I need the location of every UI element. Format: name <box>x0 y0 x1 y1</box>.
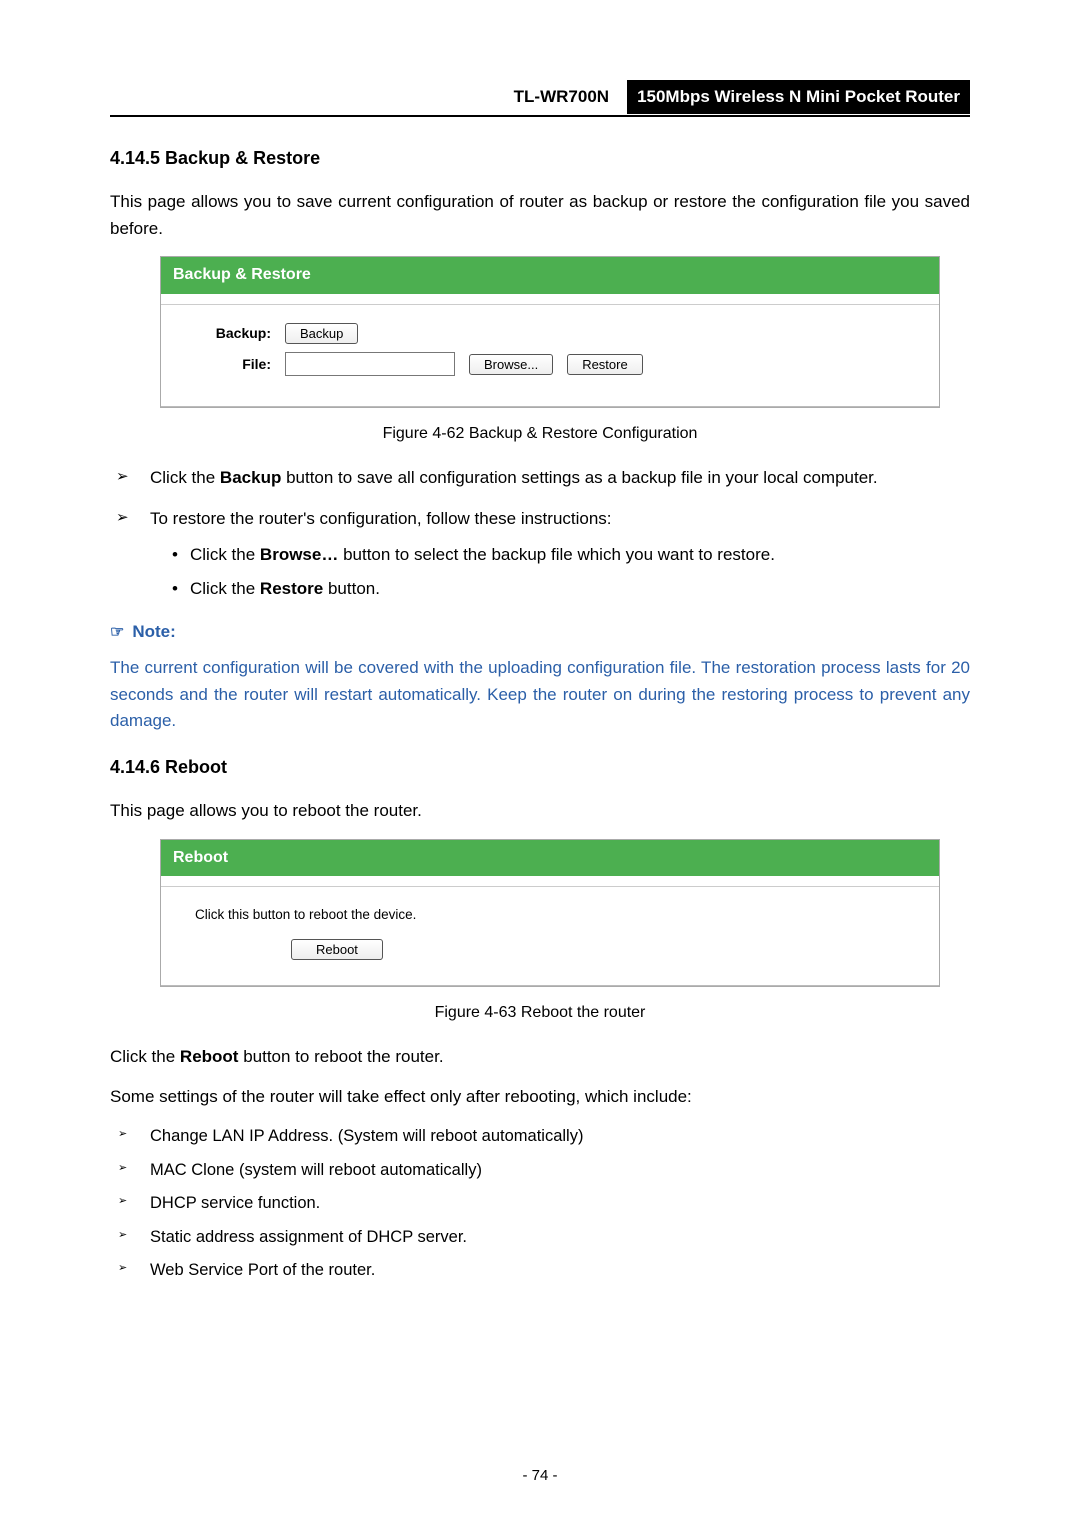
note-body: The current configuration will be covere… <box>110 655 970 734</box>
browse-button[interactable]: Browse... <box>469 354 553 375</box>
list-item: Web Service Port of the router. <box>114 1258 970 1284</box>
note-heading: ☞Note: <box>110 619 970 646</box>
page-number: - 74 - <box>0 1464 1080 1487</box>
file-row: File: Browse... Restore <box>181 352 919 376</box>
file-label: File: <box>181 354 271 376</box>
backup-row: Backup: Backup <box>181 323 919 345</box>
list-item: Click the Backup button to save all conf… <box>114 465 970 491</box>
backup-button[interactable]: Backup <box>285 323 358 344</box>
list-item: Change LAN IP Address. (System will rebo… <box>114 1124 970 1150</box>
list-item: To restore the router's configuration, f… <box>114 506 970 603</box>
figure-caption-62: Figure 4-62 Backup & Restore Configurati… <box>110 422 970 447</box>
pointing-hand-icon: ☞ <box>110 621 124 646</box>
page: TL-WR700N 150Mbps Wireless N Mini Pocket… <box>0 0 1080 1527</box>
list-item: Click the Restore button. <box>172 576 970 602</box>
section-heading-reboot: 4.14.6 Reboot <box>110 754 970 782</box>
list-item: Click the Browse… button to select the b… <box>172 542 970 568</box>
reboot-effect-intro: Some settings of the router will take ef… <box>110 1084 970 1110</box>
reboot-panel: Reboot Click this button to reboot the d… <box>160 839 940 987</box>
reboot-intro: This page allows you to reboot the route… <box>110 798 970 824</box>
model-badge: TL-WR700N <box>506 80 617 114</box>
figure-caption-63: Figure 4-63 Reboot the router <box>110 1001 970 1026</box>
panel-title-backup: Backup & Restore <box>161 257 939 294</box>
backup-restore-panel: Backup & Restore Backup: Backup File: Br… <box>160 256 940 408</box>
list-item: Static address assignment of DHCP server… <box>114 1225 970 1251</box>
section-heading-backup: 4.14.5 Backup & Restore <box>110 145 970 173</box>
reboot-button[interactable]: Reboot <box>291 939 383 960</box>
list-item: DHCP service function. <box>114 1191 970 1217</box>
page-header: TL-WR700N 150Mbps Wireless N Mini Pocket… <box>110 80 970 117</box>
reboot-effect-list: Change LAN IP Address. (System will rebo… <box>110 1124 970 1284</box>
restore-button[interactable]: Restore <box>567 354 643 375</box>
file-input[interactable] <box>285 352 455 376</box>
backup-label: Backup: <box>181 323 271 345</box>
list-item: MAC Clone (system will reboot automatica… <box>114 1158 970 1184</box>
backup-intro: This page allows you to save current con… <box>110 189 970 242</box>
product-desc: 150Mbps Wireless N Mini Pocket Router <box>627 80 970 114</box>
backup-instructions: Click the Backup button to save all conf… <box>110 465 970 602</box>
panel-title-reboot: Reboot <box>161 840 939 877</box>
reboot-desc: Click the Reboot button to reboot the ro… <box>110 1044 970 1070</box>
reboot-hint: Click this button to reboot the device. <box>195 905 919 926</box>
